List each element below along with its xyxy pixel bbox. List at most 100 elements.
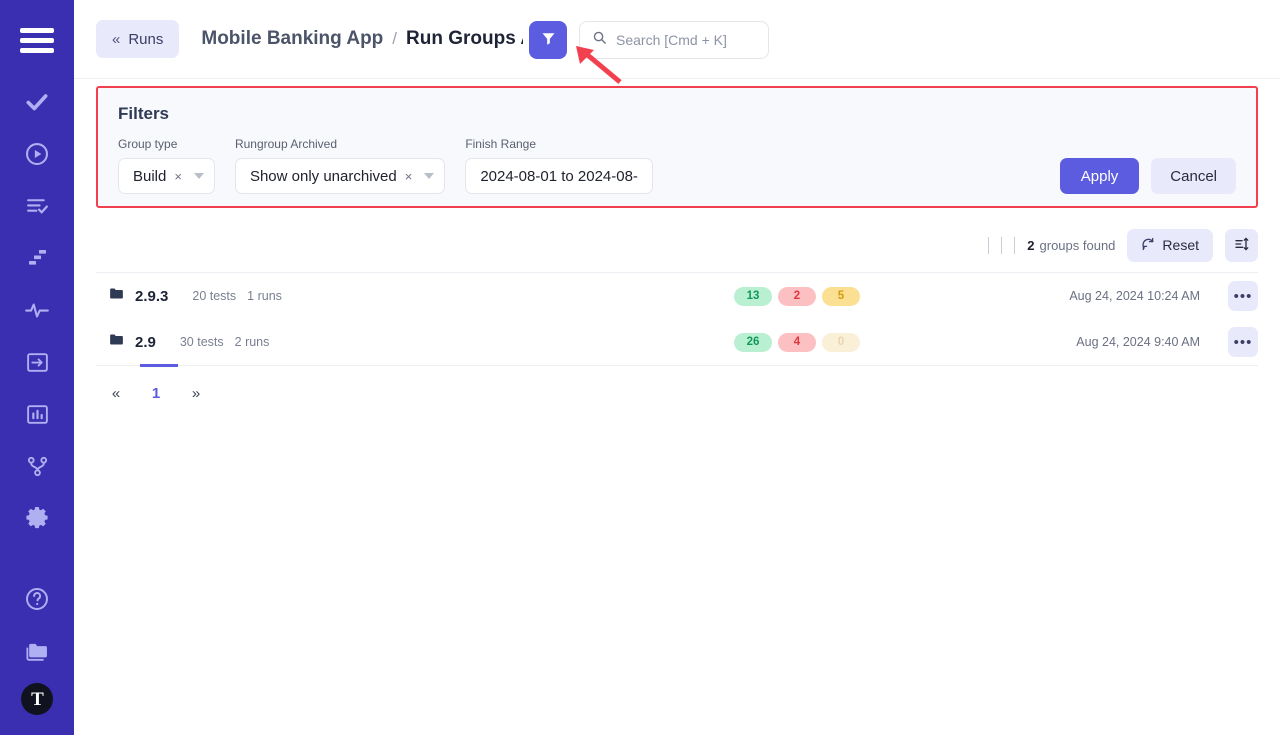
pagination-next-button[interactable]: » <box>176 378 216 408</box>
hamburger-icon <box>20 27 54 53</box>
search-icon <box>592 30 607 50</box>
filters-panel-wrapper: Filters Group type Build × Rungroup Arch… <box>74 86 1280 208</box>
filter-group-type-value: Build <box>133 167 167 185</box>
bar-chart-icon <box>25 402 50 427</box>
gear-icon <box>24 505 50 531</box>
reset-button[interactable]: Reset <box>1127 228 1213 262</box>
sidebar-item-tests[interactable] <box>17 82 57 122</box>
page-title: Run Groups Arc <box>406 28 523 49</box>
pagination-active-underline <box>140 364 178 367</box>
filter-group-type-clear-icon[interactable]: × <box>174 169 182 184</box>
filter-finish-range-value: 2024-08-01 to 2024-08- <box>480 167 638 185</box>
folder-icon <box>24 638 51 665</box>
sidebar-item-integrations[interactable] <box>17 342 57 382</box>
login-box-icon <box>25 350 50 375</box>
filter-toggle-button[interactable] <box>529 21 567 59</box>
double-chevron-left-icon: « <box>112 30 121 48</box>
search-input[interactable]: Search [Cmd + K] <box>579 21 769 59</box>
sort-button[interactable] <box>1225 228 1258 262</box>
results-count: 2 groups found <box>1027 238 1115 253</box>
row-title: 2.9 <box>135 333 156 351</box>
sidebar-item-menu-toggle[interactable] <box>17 20 57 60</box>
status-badge-failed: 2 <box>778 286 816 306</box>
status-badge-passed: 26 <box>734 332 772 352</box>
row-title: 2.9.3 <box>135 287 169 305</box>
apply-button[interactable]: Apply <box>1059 158 1140 194</box>
search-placeholder: Search [Cmd + K] <box>616 32 727 48</box>
pagination-prev-button[interactable]: « <box>96 378 136 408</box>
sort-icon <box>1234 236 1250 255</box>
cancel-button[interactable]: Cancel <box>1151 158 1236 194</box>
sidebar-item-help[interactable] <box>17 579 57 619</box>
row-actions-menu-button[interactable]: ••• <box>1228 281 1258 311</box>
sidebar-item-branches[interactable] <box>17 446 57 486</box>
back-to-runs-label: Runs <box>128 30 164 48</box>
filter-rungroup-archived-label: Rungroup Archived <box>234 137 338 151</box>
pagination: « 1 » <box>96 366 1258 408</box>
toolbar-divider <box>1014 236 1016 254</box>
pagination-wrapper: « 1 » <box>96 364 1258 408</box>
filter-group-type-label: Group type <box>118 137 178 151</box>
sidebar-item-projects[interactable] <box>17 631 57 671</box>
header: « Runs Mobile Banking App / Run Groups A… <box>74 0 1280 84</box>
filter-rungroup-archived-select[interactable]: Show only unarchived × <box>234 158 446 194</box>
row-actions-menu-button[interactable]: ••• <box>1228 327 1258 357</box>
check-icon <box>24 89 50 115</box>
row-meta: 30 tests 2 runs <box>180 335 270 349</box>
row-meta: 20 tests 1 runs <box>192 289 282 303</box>
filter-rungroup-archived-clear-icon[interactable]: × <box>405 169 413 184</box>
results-count-value: 2 <box>1027 237 1035 253</box>
sidebar-item-runs[interactable] <box>17 134 57 174</box>
filter-finish-range-input[interactable]: 2024-08-01 to 2024-08- <box>465 158 653 194</box>
results-toolbar: 2 groups found Reset <box>74 208 1280 266</box>
sidebar-item-reports[interactable] <box>17 394 57 434</box>
row-timestamp: Aug 24, 2024 9:40 AM <box>1076 335 1200 349</box>
filter-group-type-select[interactable]: Build × <box>118 158 215 194</box>
row-timestamp: Aug 24, 2024 10:24 AM <box>1069 289 1200 303</box>
sidebar-item-steps[interactable] <box>17 238 57 278</box>
filters-row: Group type Build × Rungroup Archived Sho… <box>118 137 1236 194</box>
main-content: « Runs Mobile Banking App / Run Groups A… <box>74 0 1280 735</box>
sidebar: T <box>0 0 74 735</box>
app-root: T « Runs Mobile Banking App / Run Groups… <box>0 0 1280 735</box>
row-runs-count: 1 runs <box>247 289 282 303</box>
sidebar-item-test-plans[interactable] <box>17 186 57 226</box>
list-check-icon <box>25 194 50 219</box>
breadcrumb-separator: / <box>392 29 398 48</box>
filter-icon <box>540 30 557 50</box>
pagination-page-1[interactable]: 1 <box>136 378 176 408</box>
question-circle-icon <box>24 586 50 612</box>
results-count-label: groups found <box>1039 237 1116 253</box>
table-row[interactable]: 2.9 30 tests 2 runs 26 4 0 Aug 24, 2024 … <box>96 319 1258 365</box>
row-tests-count: 20 tests <box>192 289 237 303</box>
pulse-icon <box>24 297 50 323</box>
status-badge-failed: 4 <box>778 332 816 352</box>
pagination-divider <box>96 364 1258 367</box>
table-row[interactable]: 2.9.3 20 tests 1 runs 13 2 5 Aug 24, 202… <box>96 273 1258 319</box>
chevron-down-icon <box>193 173 204 179</box>
sidebar-item-settings[interactable] <box>17 498 57 538</box>
breadcrumb-project[interactable]: Mobile Banking App <box>201 28 383 50</box>
filter-group-type: Group type Build × <box>118 137 215 194</box>
brand-logo-icon: T <box>31 688 44 710</box>
refresh-icon <box>1141 237 1155 254</box>
status-badge-passed: 13 <box>734 286 772 306</box>
back-to-runs-button[interactable]: « Runs <box>96 20 180 58</box>
reset-label: Reset <box>1162 237 1199 253</box>
filter-finish-range-label: Finish Range <box>465 137 537 151</box>
filters-title: Filters <box>118 104 170 123</box>
folder-icon <box>108 331 125 353</box>
row-name-group: 2.9 30 tests 2 runs <box>108 331 269 353</box>
status-badge-skipped: 0 <box>822 332 860 352</box>
sidebar-item-brand[interactable]: T <box>21 683 53 715</box>
row-tests-count: 30 tests <box>179 335 224 349</box>
row-status-badges: 13 2 5 <box>734 286 860 306</box>
filter-rungroup-archived-value: Show only unarchived <box>249 167 397 185</box>
toolbar-divider <box>1001 236 1003 254</box>
row-runs-count: 2 runs <box>234 335 270 349</box>
filters-panel: Filters Group type Build × Rungroup Arch… <box>96 86 1258 208</box>
row-status-badges: 26 4 0 <box>734 332 860 352</box>
sidebar-item-activity[interactable] <box>17 290 57 330</box>
filter-rungroup-archived: Rungroup Archived Show only unarchived × <box>234 137 446 194</box>
filters-actions: Apply Cancel <box>1059 158 1236 194</box>
